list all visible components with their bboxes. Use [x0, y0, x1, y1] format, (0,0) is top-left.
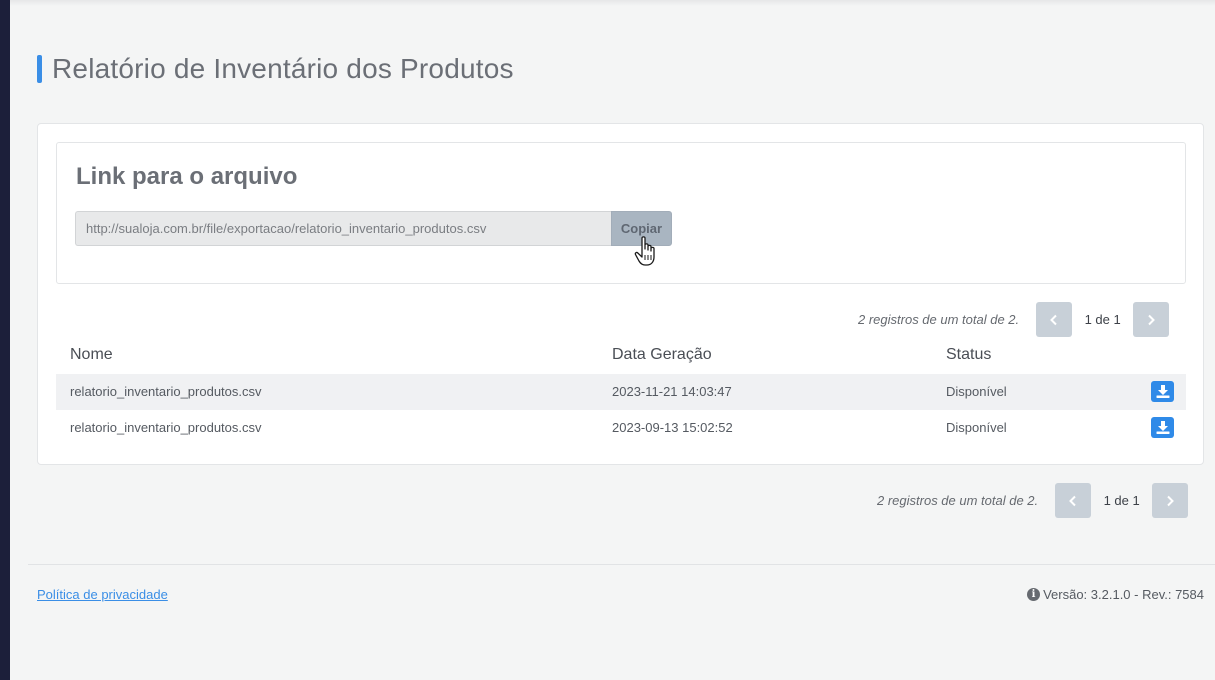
- version-text: Versão: 3.2.1.0 - Rev.: 7584: [1043, 587, 1204, 602]
- footer-divider: [28, 564, 1215, 565]
- info-icon: i: [1027, 588, 1041, 601]
- pagination-top: 2 registros de um total de 2. 1 de 1: [858, 302, 1170, 337]
- left-sidebar-edge: [0, 0, 10, 680]
- table-row: relatorio_inventario_produtos.csv 2023-0…: [56, 410, 1186, 446]
- page-title: Relatório de Inventário dos Produtos: [52, 53, 514, 84]
- download-button[interactable]: [1151, 381, 1174, 402]
- report-panel: Link para o arquivo Copiar 2 registros d…: [37, 123, 1204, 465]
- page-indicator: 1 de 1: [1084, 312, 1121, 327]
- file-url-input[interactable]: [75, 211, 611, 246]
- title-accent-bar: [37, 55, 42, 83]
- top-bar-shadow: [10, 0, 1215, 6]
- file-link-title: Link para o arquivo: [76, 163, 298, 190]
- chevron-left-icon: [1050, 314, 1057, 325]
- version-info: i Versão: 3.2.1.0 - Rev.: 7584: [1027, 587, 1204, 602]
- column-header-data-geracao: Data Geração: [612, 346, 712, 363]
- pagination-info: 2 registros de um total de 2.: [877, 493, 1039, 508]
- column-header-status: Status: [946, 346, 992, 363]
- next-page-button[interactable]: [1133, 302, 1170, 337]
- status-cell: Disponível: [946, 384, 1007, 399]
- download-icon: [1156, 421, 1169, 434]
- file-link-box: Link para o arquivo Copiar: [56, 142, 1186, 284]
- status-cell: Disponível: [946, 420, 1007, 435]
- prev-page-button[interactable]: [1055, 483, 1092, 518]
- download-button[interactable]: [1151, 417, 1174, 438]
- column-header-nome: Nome: [70, 346, 113, 363]
- download-icon: [1156, 385, 1169, 398]
- privacy-policy-link[interactable]: Política de privacidade: [37, 587, 168, 602]
- prev-page-button[interactable]: [1036, 302, 1073, 337]
- hand-pointer-icon: [634, 236, 655, 266]
- pagination-bottom: 2 registros de um total de 2. 1 de 1: [877, 483, 1189, 518]
- pagination-info: 2 registros de um total de 2.: [858, 312, 1020, 327]
- chevron-right-icon: [1148, 314, 1156, 325]
- date-cell: 2023-11-21 14:03:47: [612, 384, 732, 399]
- page-indicator: 1 de 1: [1103, 493, 1140, 508]
- file-name-cell: relatorio_inventario_produtos.csv: [70, 420, 262, 435]
- date-cell: 2023-09-13 15:02:52: [612, 420, 733, 435]
- file-name-cell: relatorio_inventario_produtos.csv: [70, 384, 262, 399]
- page-header: Relatório de Inventário dos Produtos: [37, 52, 514, 86]
- table-row: relatorio_inventario_produtos.csv 2023-1…: [56, 374, 1186, 410]
- chevron-right-icon: [1167, 495, 1175, 506]
- chevron-left-icon: [1069, 495, 1076, 506]
- next-page-button[interactable]: [1152, 483, 1189, 518]
